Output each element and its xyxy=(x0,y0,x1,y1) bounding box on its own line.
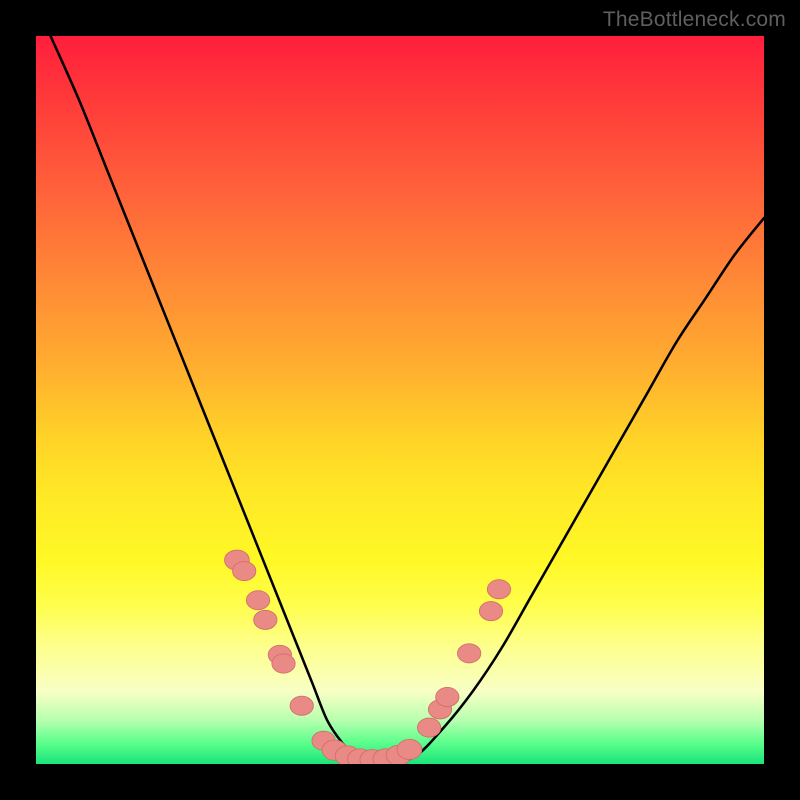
curve-marker xyxy=(233,562,256,581)
curve-marker xyxy=(290,696,313,715)
plot-area xyxy=(36,36,764,764)
curve-marker xyxy=(458,644,481,663)
curve-marker xyxy=(272,654,295,673)
curve-markers xyxy=(225,550,511,764)
curve-marker xyxy=(436,687,459,706)
curve-marker xyxy=(417,718,440,737)
curve-marker xyxy=(254,610,277,629)
watermark-text: TheBottleneck.com xyxy=(603,8,786,32)
curve-marker xyxy=(487,580,510,599)
curve-marker xyxy=(479,602,502,621)
chart-frame: TheBottleneck.com xyxy=(0,0,800,800)
curve-layer xyxy=(36,36,764,764)
curve-marker xyxy=(246,591,269,610)
bottleneck-curve xyxy=(51,36,764,764)
curve-marker xyxy=(397,739,422,759)
